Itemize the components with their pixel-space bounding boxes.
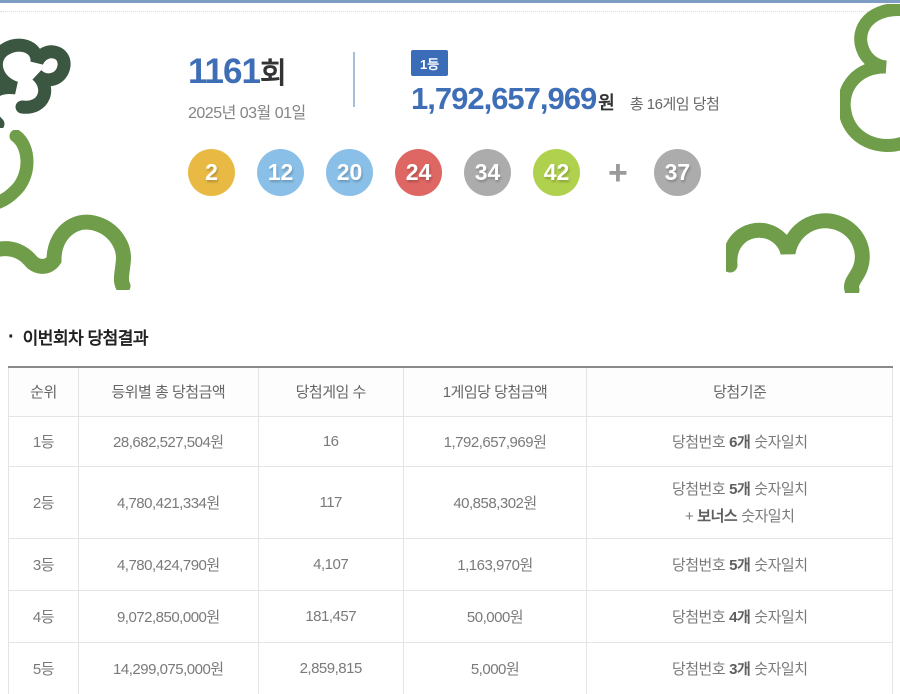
- games-cell: 2,859,815: [257, 641, 404, 694]
- games-cell: 117: [257, 465, 404, 539]
- total-cell: 4,780,424,790원: [77, 537, 259, 591]
- criteria-bold: 5개: [729, 556, 751, 574]
- criteria-text: 숫자일치: [754, 660, 808, 678]
- criteria-text: 숫자일치: [754, 481, 808, 498]
- winning-results-table: 순위 등위별 총 당첨금액 당첨게임 수 1게임당 당첨금액 당첨기준 1등 2…: [8, 366, 893, 694]
- tree-doodle-top-right-icon: [840, 4, 900, 152]
- section-title-text: 이번회차 당첨결과: [22, 329, 149, 348]
- total-cell: 28,682,527,504원: [77, 415, 259, 467]
- games-cell: 4,107: [257, 537, 404, 591]
- lotto-ball-2: 12: [257, 149, 304, 196]
- rank-cell: 4등: [8, 589, 79, 643]
- per-game-cell: 40,858,302원: [402, 465, 588, 539]
- table-row-rank5: 5등 14,299,075,000원 2,859,815 5,000원 당첨번호…: [8, 641, 893, 694]
- arc-doodle-left-icon: [0, 130, 34, 209]
- lotto-ball-5: 34: [464, 149, 511, 196]
- col-header-criteria: 당첨기준: [586, 366, 893, 417]
- criteria-text: 숫자일치: [754, 608, 808, 626]
- top-dotted-line: [0, 11, 900, 12]
- draw-info: 1161 회 2025년 03월 01일: [188, 50, 306, 123]
- games-cell: 181,457: [257, 589, 404, 643]
- draw-number-suffix: 회: [259, 58, 287, 90]
- criteria-cell: 당첨번호 5개 숫자일치: [586, 537, 893, 591]
- first-prize-info: 1등 1,792,657,969 원 총 16게임 당첨: [411, 50, 720, 117]
- criteria-text: 숫자일치: [741, 508, 795, 525]
- per-game-cell: 1,792,657,969원: [402, 415, 588, 467]
- cloud-doodle-bottom-right-icon: [726, 213, 870, 293]
- games-cell: 16: [257, 415, 404, 467]
- criteria-text: 당첨번호: [671, 481, 726, 498]
- col-header-rank: 순위: [8, 366, 79, 417]
- cloud-doodle-bottom-left-icon: [0, 214, 131, 290]
- total-cell: 14,299,075,000원: [77, 641, 259, 694]
- total-cell: 4,780,421,334원: [77, 465, 259, 539]
- total-games-won: 총 16게임 당첨: [629, 96, 720, 113]
- won-suffix: 원: [598, 93, 615, 113]
- table-row-rank4: 4등 9,072,850,000원 181,457 50,000원 당첨번호 4개…: [8, 589, 893, 643]
- table-row-rank3: 3등 4,780,424,790원 4,107 1,163,970원 당첨번호 5…: [8, 537, 893, 591]
- draw-title: 1161 회: [188, 50, 306, 92]
- criteria-bold: 3개: [729, 660, 751, 678]
- header-divider: [353, 52, 355, 107]
- lotto-ball-1: 2: [188, 149, 235, 196]
- table-row-rank2: 2등 4,780,421,334원 117 40,858,302원 당첨번호 5개…: [8, 465, 893, 539]
- criteria-text: 숫자일치: [754, 556, 808, 574]
- per-game-cell: 1,163,970원: [402, 537, 588, 591]
- section-title: · 이번회차 당첨결과: [8, 324, 149, 349]
- criteria-text: 당첨번호: [671, 660, 726, 678]
- col-header-total: 등위별 총 당첨금액: [77, 366, 259, 417]
- plus-icon: +: [608, 153, 628, 192]
- top-border-line: [0, 0, 900, 3]
- criteria-cell: 당첨번호 3개 숫자일치: [586, 641, 893, 694]
- criteria-cell: 당첨번호 4개 숫자일치: [586, 589, 893, 643]
- lotto-result-page: 1161 회 2025년 03월 01일 1등 1,792,657,969 원 총…: [0, 0, 900, 694]
- rank-cell: 1등: [8, 415, 79, 467]
- table-row-rank1: 1등 28,682,527,504원 16 1,792,657,969원 당첨번…: [8, 415, 893, 467]
- per-game-cell: 5,000원: [402, 641, 588, 694]
- criteria-text: 당첨번호: [671, 433, 726, 451]
- rank-cell: 2등: [8, 465, 79, 539]
- col-header-per-game: 1게임당 당첨금액: [402, 366, 588, 417]
- criteria-plus: +: [685, 508, 694, 525]
- table-header-row: 순위 등위별 총 당첨금액 당첨게임 수 1게임당 당첨금액 당첨기준: [8, 366, 893, 417]
- bonus-ball: 37: [653, 149, 701, 196]
- criteria-text: 숫자일치: [754, 433, 808, 451]
- lotto-ball-4: 24: [395, 149, 442, 196]
- per-game-cell: 50,000원: [402, 589, 588, 643]
- lotto-ball-6: 42: [533, 149, 580, 196]
- criteria-bold: 6개: [729, 433, 751, 451]
- criteria-cell: 당첨번호 5개 숫자일치 + 보너스 숫자일치: [586, 465, 893, 539]
- rank-cell: 3등: [8, 537, 79, 591]
- draw-number: 1161: [188, 52, 261, 91]
- criteria-bold: 5개: [729, 481, 751, 498]
- criteria-bold: 4개: [729, 608, 751, 626]
- criteria-bonus-bold: 보너스: [697, 508, 738, 525]
- bullet-icon: ·: [8, 325, 15, 348]
- draw-date: 2025년 03월 01일: [188, 105, 306, 122]
- criteria-text: 당첨번호: [671, 556, 726, 574]
- criteria-cell: 당첨번호 6개 숫자일치: [586, 415, 893, 467]
- first-rank-badge: 1등: [411, 50, 449, 76]
- rank-cell: 5등: [8, 641, 79, 694]
- cloud-doodle-dark-top-left-icon: [0, 38, 71, 128]
- winning-numbers-row: 2 12 20 24 34 42 + 37: [188, 149, 701, 196]
- lotto-ball-3: 20: [326, 149, 373, 196]
- first-prize-amount: 1,792,657,969: [411, 81, 597, 116]
- criteria-text: 당첨번호: [671, 608, 726, 626]
- col-header-games: 당첨게임 수: [257, 366, 404, 417]
- total-cell: 9,072,850,000원: [77, 589, 259, 643]
